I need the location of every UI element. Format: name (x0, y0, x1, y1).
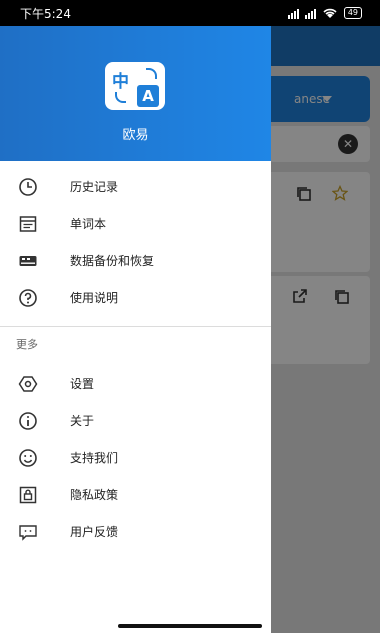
app-name: 欧易 (122, 128, 149, 143)
menu-item-label: 隐私政策 (70, 488, 119, 502)
info-icon (18, 411, 38, 431)
menu-item-settings[interactable]: 设置 (0, 365, 271, 402)
menu-item-label: 数据备份和恢复 (70, 254, 155, 268)
menu-item-label: 用户反馈 (70, 525, 119, 539)
signal-icon-2 (304, 7, 316, 19)
menu-item-about[interactable]: 关于 (0, 402, 271, 439)
settings-icon (18, 374, 38, 394)
help-icon (18, 288, 38, 308)
app-logo: 中 A (105, 62, 165, 110)
menu-more: 设置 关于 支持我们 隐私政策 用户反馈 (0, 363, 271, 550)
menu-primary: 历史记录 单词本 数据备份和恢复 使用说明 (0, 161, 271, 316)
menu-item-label: 单词本 (70, 217, 107, 231)
navigation-drawer: 中 A 欧易 历史记录 单词本 数据备份和恢复 使用说明 更多 设置 关于 支持… (0, 26, 271, 633)
feedback-icon (18, 522, 38, 542)
logo-zh-char: 中 (112, 72, 129, 92)
menu-item-privacy[interactable]: 隐私政策 (0, 476, 271, 513)
wifi-icon (323, 8, 337, 18)
drawer-header: 中 A 欧易 (0, 26, 271, 161)
menu-item-label: 支持我们 (70, 451, 119, 465)
menu-item-label: 历史记录 (70, 180, 119, 194)
logo-arc-icon-2 (115, 92, 126, 103)
menu-item-feedback[interactable]: 用户反馈 (0, 513, 271, 550)
menu-item-wordbook[interactable]: 单词本 (0, 205, 271, 242)
section-header-more: 更多 (16, 338, 38, 351)
battery-icon: 49 (343, 7, 362, 19)
logo-arc-icon (146, 68, 157, 79)
smile-icon (18, 448, 38, 468)
menu-item-label: 设置 (70, 377, 95, 391)
status-bar: 下午5:24 49 (0, 0, 380, 26)
logo-en-char: A (137, 85, 159, 107)
menu-item-label: 使用说明 (70, 291, 119, 305)
home-indicator[interactable] (118, 624, 262, 628)
history-icon (18, 177, 38, 197)
menu-item-label: 关于 (70, 414, 95, 428)
menu-item-backup[interactable]: 数据备份和恢复 (0, 242, 271, 279)
privacy-icon (18, 485, 38, 505)
wordbook-icon (18, 214, 38, 234)
status-time: 下午5:24 (20, 6, 71, 21)
signal-icon (287, 7, 299, 19)
menu-item-help[interactable]: 使用说明 (0, 279, 271, 316)
menu-item-support[interactable]: 支持我们 (0, 439, 271, 476)
backup-icon (18, 251, 38, 271)
menu-item-history[interactable]: 历史记录 (0, 168, 271, 205)
